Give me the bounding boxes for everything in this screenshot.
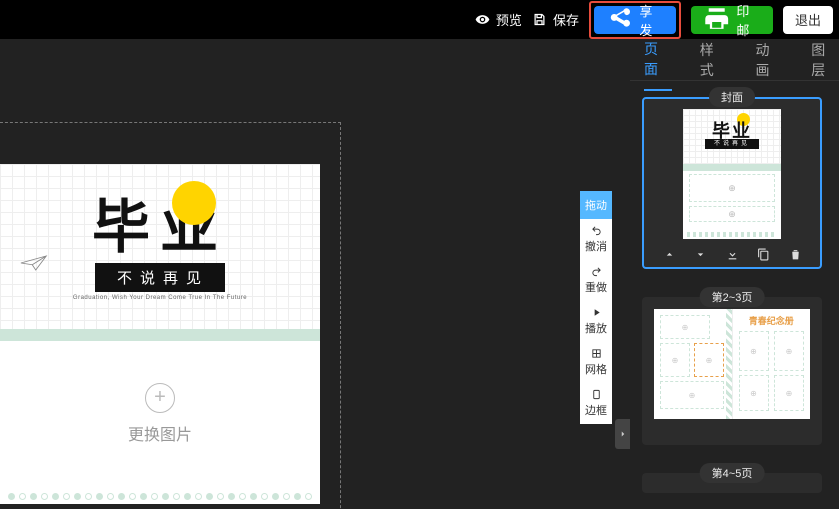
play-tool[interactable]: 播放 — [580, 301, 612, 342]
copy-icon — [757, 248, 770, 261]
title-ribbon: 不说再见 — [95, 263, 225, 292]
divider-band — [0, 329, 320, 341]
print-mail-button[interactable]: 冲印邮寄 — [691, 6, 773, 34]
share-highlight: 分享发布 — [589, 1, 681, 39]
title-big: 毕业 — [92, 199, 228, 257]
share-icon — [606, 6, 633, 33]
panel-collapse-handle[interactable] — [615, 419, 630, 449]
thumb-move-up[interactable] — [663, 248, 676, 261]
download-icon — [726, 248, 739, 261]
thumb-delete[interactable] — [789, 248, 802, 261]
page-thumb-4-5[interactable]: 第4~5页 — [642, 473, 822, 493]
thumb-toolbar — [644, 248, 820, 261]
grid-label: 网格 — [585, 361, 607, 377]
thumb-copy[interactable] — [757, 248, 770, 261]
frame-tool[interactable]: 边框 — [580, 383, 612, 424]
canvas-tool-strip: 拖动 撤消 重做 播放 网格 边框 — [580, 191, 612, 424]
undo-icon — [591, 225, 602, 236]
plus-circle-icon: + — [145, 383, 175, 413]
grid-icon — [591, 348, 602, 359]
play-label: 播放 — [585, 320, 607, 336]
printer-icon — [703, 6, 730, 33]
title-artwork: 毕业 不说再见 Graduation, Wish Your Dream Come… — [0, 199, 320, 301]
panel-tabs: 页面 样式 动画 图层 — [630, 39, 839, 81]
page-bounds: 毕业 不说再见 Graduation, Wish Your Dream Come… — [0, 122, 345, 509]
replace-image-label: 更换图片 — [128, 421, 192, 445]
undo-tool[interactable]: 撤消 — [580, 219, 612, 260]
chevron-right-icon — [618, 429, 628, 439]
drag-tool[interactable]: 拖动 — [580, 191, 612, 219]
trash-icon — [789, 248, 802, 261]
frame-label: 边框 — [585, 402, 607, 418]
sun-circle-icon — [172, 181, 216, 225]
thumb-label: 第2~3页 — [700, 287, 765, 307]
eye-icon — [475, 12, 490, 27]
save-button[interactable]: 保存 — [532, 10, 579, 29]
thumb-move-down[interactable] — [694, 248, 707, 261]
exit-button[interactable]: 退出 — [783, 6, 833, 34]
thumb-preview: ⊕ ⊕ ⊕ ⊕ 青春纪念册 ⊕ ⊕ ⊕ ⊕ — [654, 309, 810, 419]
grid-tool[interactable]: 网格 — [580, 342, 612, 383]
pages-list[interactable]: 封面 毕业 不说再见 ⊕ ⊕ 第2~3页 — [630, 81, 839, 509]
thumb-spread-title: 青春纪念册 — [733, 314, 811, 327]
undo-label: 撤消 — [585, 238, 607, 254]
preview-button[interactable]: 预览 — [475, 10, 522, 29]
thumb-preview: 毕业 不说再见 ⊕ ⊕ — [683, 109, 781, 239]
drag-label: 拖动 — [585, 197, 607, 213]
page-thumb-cover[interactable]: 封面 毕业 不说再见 ⊕ ⊕ — [642, 97, 822, 269]
redo-label: 重做 — [585, 279, 607, 295]
redo-icon — [591, 266, 602, 277]
thumb-label: 第4~5页 — [700, 463, 765, 483]
play-icon — [591, 307, 602, 318]
chevron-down-icon — [694, 248, 707, 261]
exit-label: 退出 — [795, 10, 821, 29]
thumb-label: 封面 — [709, 87, 755, 107]
share-publish-button[interactable]: 分享发布 — [594, 6, 676, 34]
page-thumb-2-3[interactable]: 第2~3页 ⊕ ⊕ ⊕ ⊕ 青春纪念册 ⊕ ⊕ ⊕ ⊕ — [642, 297, 822, 445]
frame-icon — [591, 389, 602, 400]
page-cover[interactable]: 毕业 不说再见 Graduation, Wish Your Dream Come… — [0, 164, 320, 504]
preview-label: 预览 — [496, 10, 522, 29]
save-icon — [532, 12, 547, 27]
title-subtitle: Graduation, Wish Your Dream Come True In… — [73, 295, 247, 301]
page-dots-border — [8, 490, 312, 502]
save-label: 保存 — [553, 10, 579, 29]
thumb-ribbon: 不说再见 — [705, 139, 759, 149]
canvas-area: 毕业 不说再见 Graduation, Wish Your Dream Come… — [0, 39, 630, 509]
right-panel: 页面 样式 动画 图层 封面 毕业 不说再见 ⊕ ⊕ — [630, 39, 839, 509]
redo-tool[interactable]: 重做 — [580, 260, 612, 301]
top-toolbar: 预览 保存 分享发布 冲印邮寄 退出 — [0, 0, 839, 39]
thumb-download[interactable] — [726, 248, 739, 261]
chevron-up-icon — [663, 248, 676, 261]
replace-image-area[interactable]: + 更换图片 — [0, 341, 320, 486]
